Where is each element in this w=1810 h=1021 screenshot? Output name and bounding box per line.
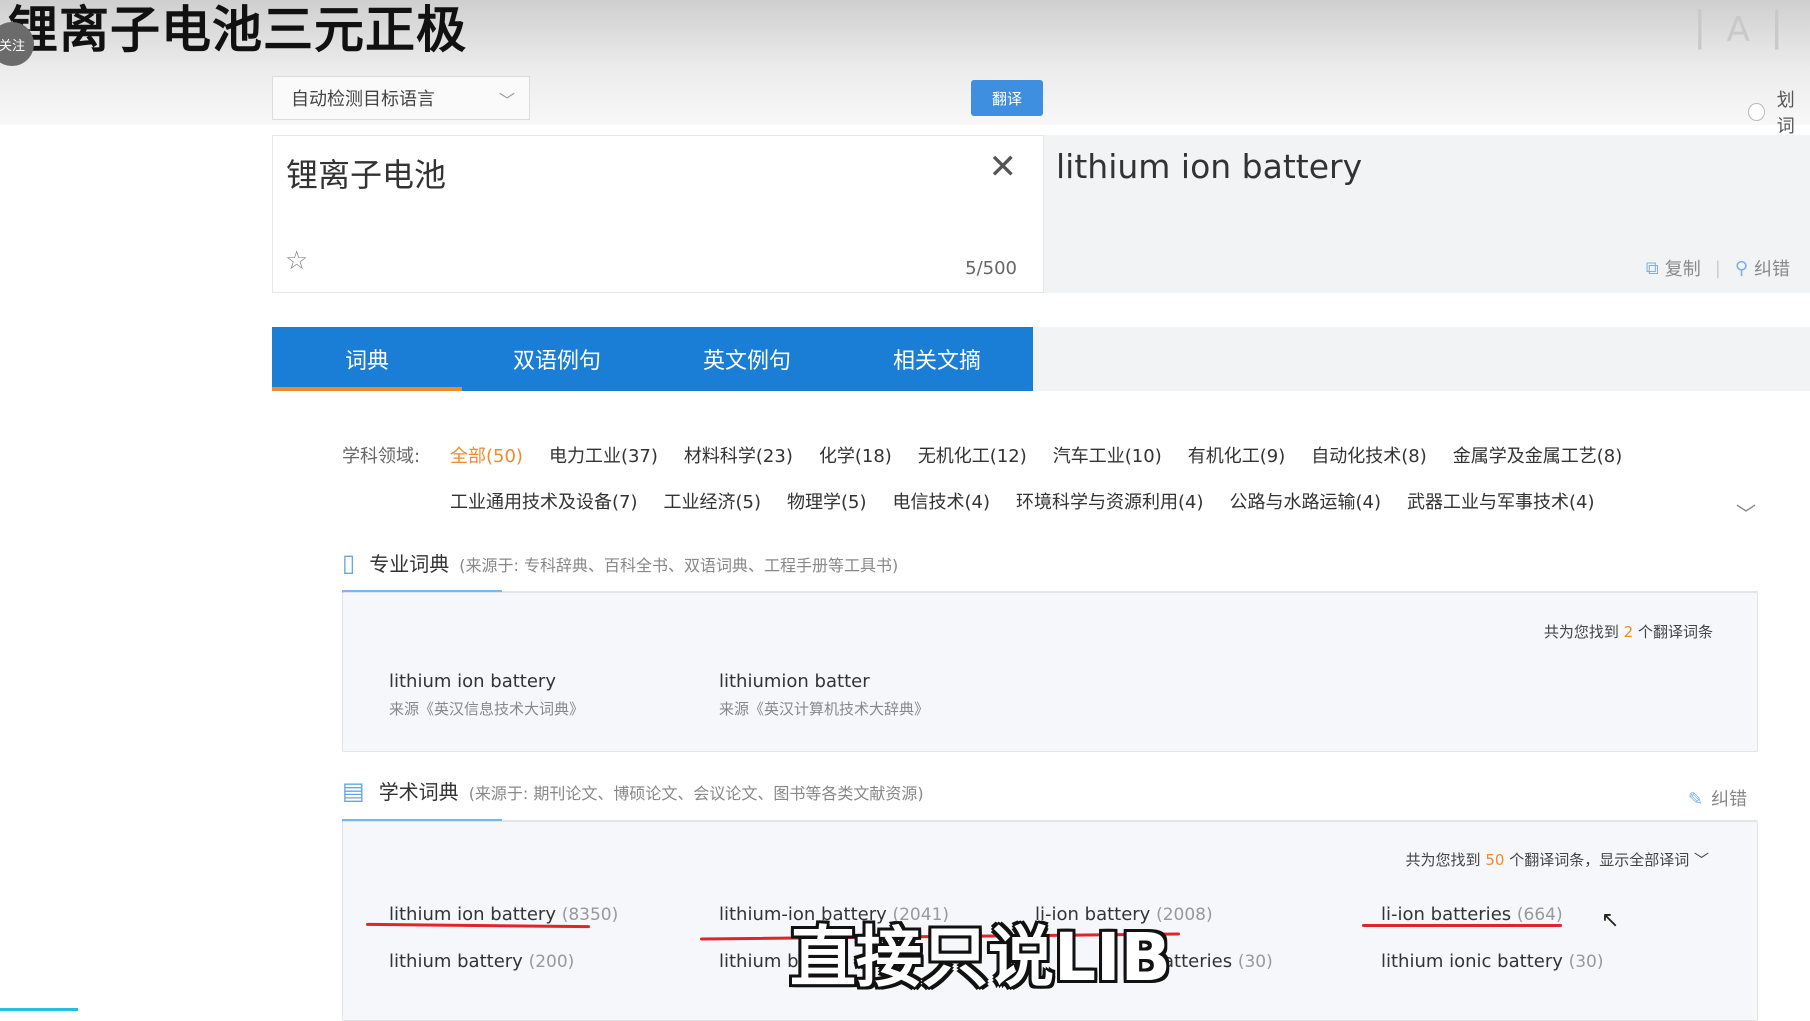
entry-count: (664) [1516, 905, 1563, 925]
pro-dict-entry[interactable]: lithiumion batter 来源《英汉计算机技术大辞典》 [719, 671, 929, 719]
entry-source[interactable]: 来源《英汉信息技术大词典》 [389, 698, 584, 719]
entry-term[interactable]: li-ion batteries [1381, 904, 1511, 925]
subject-filter-row: 全部(50) 电力工业(37) 材料科学(23) 化学(18) 无机化工(12)… [450, 442, 1622, 468]
tab-dictionary[interactable]: 词典 [272, 327, 462, 391]
found-count: 50 [1485, 851, 1505, 869]
copy-button[interactable]: 复制 [1665, 255, 1701, 281]
copy-icon[interactable]: ⧉ [1646, 258, 1659, 279]
entry-term[interactable]: lithium ionic battery [1381, 951, 1563, 972]
acad-dict-found[interactable]: 共为您找到 50 个翻译词条，显示全部译词 ﹀ [1406, 849, 1709, 870]
acad-dict-entry[interactable]: lithium ionic battery (30) [1381, 951, 1604, 972]
entry-term[interactable]: atteries [1163, 951, 1232, 972]
report-button[interactable]: 纠错 [1754, 255, 1790, 281]
subject-filter-item[interactable]: 电力工业(37) [549, 442, 658, 468]
source-text-area[interactable]: 锂离子电池 ✕ ☆ 5/500 [272, 135, 1044, 293]
target-language-select[interactable]: 自动检测目标语言 ﹀ [272, 76, 530, 120]
document-icon: ▤ [342, 776, 365, 805]
chevron-down-icon[interactable]: ﹀ [1694, 851, 1709, 869]
page-background [0, 125, 272, 1011]
translation-output: lithium ion battery ⧉ 复制 | ⚲ 纠错 [1044, 135, 1810, 293]
star-icon[interactable]: ☆ [285, 248, 308, 274]
entry-count: (200) [528, 952, 575, 972]
found-count: 2 [1623, 623, 1634, 641]
acad-dict-title: 学术词典 [378, 780, 459, 804]
tab-english-examples[interactable]: 英文例句 [652, 327, 842, 391]
pro-dict-title: 专业词典 [369, 552, 450, 576]
subject-filter-item[interactable]: 公路与水路运输(4) [1230, 488, 1382, 514]
subject-filter-item[interactable]: 工业通用技术及设备(7) [450, 488, 638, 514]
acad-dict-entry[interactable]: lithium ion battery (8350) [389, 904, 618, 925]
word-select-label: 划词 [1776, 90, 1795, 137]
video-subtitle: 直接只说LIB [790, 919, 1171, 996]
subject-filter-row: 工业通用技术及设备(7) 工业经济(5) 物理学(5) 电信技术(4) 环境科学… [450, 488, 1595, 514]
found-suffix: 个翻译词条 [1637, 623, 1713, 641]
entry-term[interactable]: lithium b [719, 951, 799, 972]
acad-dict-header: ▤ 学术词典 (来源于: 期刊论文、博硕论文、会议论文、图书等各类文献资源) [342, 776, 924, 805]
pro-dict-entry[interactable]: lithium ion battery 来源《英汉信息技术大词典》 [389, 671, 584, 719]
chevron-down-icon: ﹀ [498, 91, 515, 110]
translate-button[interactable]: 翻译 [971, 80, 1043, 116]
subject-filter-item[interactable]: 武器工业与军事技术(4) [1407, 488, 1595, 514]
found-prefix: 共为您找到 [1405, 851, 1481, 869]
entry-count: (30) [1237, 952, 1273, 972]
target-language-label: 自动检测目标语言 [291, 89, 435, 110]
result-tabs: 词典 双语例句 英文例句 相关文摘 [272, 327, 1033, 391]
subject-filter-item[interactable]: 汽车工业(10) [1053, 442, 1162, 468]
acad-dict-entry[interactable]: li-ion batteries (664) [1381, 904, 1563, 925]
divider: | [1714, 257, 1721, 279]
report-label[interactable]: 纠错 [1711, 789, 1747, 810]
entry-count: (8350) [561, 905, 619, 925]
entry-term[interactable]: lithiumion batter [719, 671, 870, 692]
pro-dict-header: ▯ 专业词典 (来源于: 专科辞典、百科全书、双语词典、工程手册等工具书) [342, 548, 898, 577]
subject-filter-item[interactable]: 金属学及金属工艺(8) [1453, 442, 1623, 468]
annotation-underline [1362, 924, 1562, 927]
subject-filter-label: 学科领域: [342, 446, 421, 467]
close-icon[interactable]: ✕ [989, 150, 1018, 184]
subject-filter-item[interactable]: 物理学(5) [787, 488, 867, 514]
found-suffix[interactable]: 个翻译词条，显示全部译词 [1509, 851, 1689, 869]
entry-term[interactable]: lithium battery [389, 951, 523, 972]
subject-filter-item[interactable]: 自动化技术(8) [1311, 442, 1427, 468]
acad-dict-desc: (来源于: 期刊论文、博硕论文、会议论文、图书等各类文献资源) [468, 784, 924, 803]
tab-bilingual-examples[interactable]: 双语例句 [462, 327, 652, 391]
subject-filter-item[interactable]: 工业经济(5) [664, 488, 762, 514]
acad-report-button[interactable]: ✎ 纠错 [1688, 785, 1747, 811]
entry-term[interactable]: lithium ion battery [389, 671, 556, 692]
watermark-logo: ▏A▕ [1698, 10, 1780, 50]
pro-dict-card: 共为您找到 2 个翻译词条 lithium ion battery 来源《英汉信… [342, 592, 1758, 752]
source-text[interactable]: 锂离子电池 [286, 150, 446, 196]
translation-text: lithium ion battery [1056, 147, 1363, 186]
subject-filter-item[interactable]: 全部(50) [450, 442, 523, 468]
radio-icon[interactable] [1748, 103, 1765, 121]
subject-filter-item[interactable]: 材料科学(23) [684, 442, 793, 468]
acad-dict-entry[interactable]: atteries (30) [1163, 951, 1273, 972]
expand-chevron-icon[interactable]: ﹀ [1736, 498, 1756, 527]
edit-icon[interactable]: ✎ [1688, 789, 1703, 810]
subject-filter-item[interactable]: 环境科学与资源利用(4) [1016, 488, 1204, 514]
pro-dict-desc: (来源于: 专科辞典、百科全书、双语词典、工程手册等工具书) [459, 556, 899, 575]
subject-filter-item[interactable]: 有机化工(9) [1188, 442, 1286, 468]
report-icon[interactable]: ⚲ [1735, 258, 1748, 279]
book-icon: ▯ [342, 548, 356, 577]
pro-dict-found: 共为您找到 2 个翻译词条 [1544, 621, 1713, 642]
entry-term[interactable]: lithium ion battery [389, 904, 556, 925]
subject-filter-item[interactable]: 化学(18) [819, 442, 892, 468]
output-tools: ⧉ 复制 | ⚲ 纠错 [1646, 255, 1790, 281]
char-count: 5/500 [965, 258, 1017, 279]
video-title: 锂离子电池三元正极 [8, 1, 467, 59]
acad-dict-entry[interactable]: lithium b [719, 951, 799, 972]
subject-filter-item[interactable]: 电信技术(4) [893, 488, 991, 514]
tab-related-abstracts[interactable]: 相关文摘 [842, 327, 1032, 391]
mouse-cursor-icon: ↖ [1601, 908, 1620, 933]
entry-count: (30) [1568, 952, 1604, 972]
subject-filter-item[interactable]: 无机化工(12) [918, 442, 1027, 468]
word-select-toggle[interactable]: 划词 [1748, 86, 1810, 138]
acad-dict-entry[interactable]: lithium battery (200) [389, 951, 574, 972]
entry-source[interactable]: 来源《英汉计算机技术大辞典》 [719, 698, 929, 719]
found-prefix: 共为您找到 [1543, 623, 1619, 641]
